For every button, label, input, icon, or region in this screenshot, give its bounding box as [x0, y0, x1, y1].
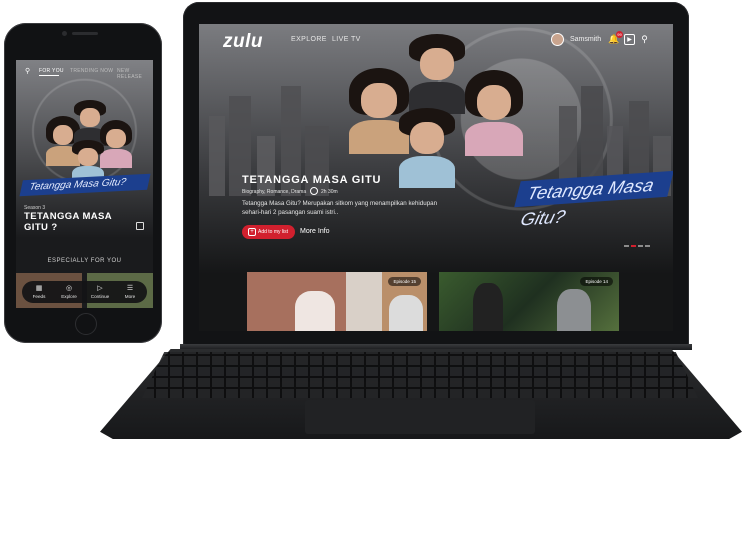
nav-continue-label: Continue [90, 294, 110, 299]
laptop-screen: Tetangga Masa Gitu? zulu EXPLORE LIVE TV… [199, 24, 673, 331]
user-name[interactable]: Samsmith [570, 36, 601, 43]
laptop-keyboard [142, 352, 698, 398]
tab-for-you[interactable]: FOR YOU [39, 68, 64, 74]
plus-icon: + [248, 228, 256, 236]
zulu-logo[interactable]: zulu [223, 31, 263, 53]
nav-more[interactable]: ☰ More [115, 284, 145, 300]
top-navigation: zulu EXPLORE LIVE TV Samsmith 🔔 99 ▶ ⚲ [199, 24, 673, 56]
compass-icon: ◎ [65, 285, 73, 292]
phone-camera [62, 31, 67, 36]
notification-badge: 99 [616, 31, 623, 38]
grid-icon: ▦ [35, 285, 43, 292]
add-to-list-label: Add to my list [258, 229, 289, 235]
phone-screen: Tetangga Masa Gitu? ⚲ FOR YOU TRENDING N… [16, 60, 153, 308]
show-description: Tetangga Masa Gitu? Merupakan sitkom yan… [242, 200, 438, 216]
nav-live-tv[interactable]: LIVE TV [332, 36, 361, 43]
menu-icon: ☰ [126, 285, 134, 292]
phone-speaker [72, 32, 98, 35]
cast-member-image [399, 108, 455, 188]
cast-member-image [465, 70, 523, 156]
episode-badge: Episode 14 [580, 277, 613, 286]
show-title-banner: Tetangga Masa Gitu? [19, 173, 151, 197]
add-to-list-button[interactable]: + Add to my list [242, 225, 295, 239]
nav-explore-label: Explore [61, 294, 77, 299]
nav-more-label: More [124, 294, 136, 299]
carousel-indicator[interactable] [624, 234, 652, 252]
nav-feeds-label: Feeds [32, 294, 46, 299]
show-title: TETANGGA MASA GITU ? [24, 211, 112, 233]
show-duration: 2h 30m [321, 189, 338, 195]
episode-thumbnail-figure [557, 289, 591, 331]
info-icon[interactable] [136, 222, 144, 230]
carousel-dot[interactable] [624, 245, 629, 247]
cast-member-image [100, 120, 132, 168]
carousel-dot[interactable] [638, 245, 643, 247]
bottom-navigation: ▦ Feeds ◎ Explore ▷ Continue ☰ More [22, 281, 147, 303]
avatar[interactable] [551, 33, 564, 46]
search-icon[interactable]: ⚲ [639, 34, 650, 45]
video-icon[interactable]: ▶ [624, 34, 635, 45]
episode-thumbnail-figure [295, 291, 335, 331]
tab-underline [39, 75, 59, 76]
nav-continue[interactable]: ▷ Continue [85, 284, 115, 300]
episode-card[interactable]: Episode 14 [439, 272, 619, 331]
clock-icon [310, 187, 318, 195]
show-genres: Biography, Romance, Drama [242, 189, 307, 195]
nav-feeds[interactable]: ▦ Feeds [24, 284, 54, 300]
phone-home-button[interactable] [75, 313, 97, 335]
episode-thumbnail-figure [389, 295, 423, 331]
tab-trending-now[interactable]: TRENDING NOW [70, 68, 113, 74]
play-icon: ▷ [97, 285, 103, 292]
nav-explore[interactable]: ◎ Explore [54, 284, 84, 300]
more-info-button[interactable]: More Info [300, 228, 330, 235]
laptop-trackpad [305, 400, 535, 434]
nav-explore[interactable]: EXPLORE [291, 36, 327, 43]
carousel-dot[interactable] [645, 245, 650, 247]
carousel-dot[interactable] [631, 245, 636, 247]
search-icon[interactable]: ⚲ [25, 67, 30, 75]
show-title: TETANGGA MASA GITU [242, 174, 382, 186]
episode-badge: Episode 15 [388, 277, 421, 286]
episode-card[interactable]: Episode 15 [247, 272, 427, 331]
tab-new-release[interactable]: NEW RELEASE [117, 68, 153, 80]
episode-thumbnail-figure [473, 283, 503, 331]
section-heading: ESPECIALLY FOR YOU [47, 258, 122, 264]
